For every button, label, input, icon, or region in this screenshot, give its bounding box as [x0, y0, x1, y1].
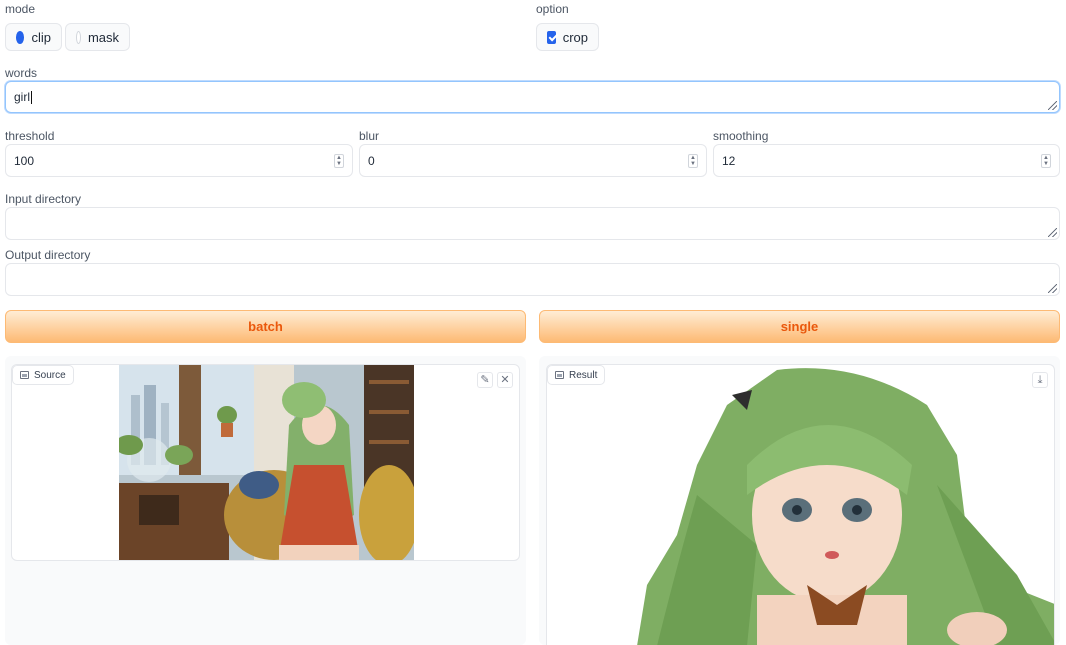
result-panel: Result ⤓: [539, 356, 1060, 645]
option-label: option: [536, 2, 569, 16]
radio-unchecked-icon: [76, 30, 81, 44]
radio-mask[interactable]: mask: [65, 23, 130, 51]
blur-input[interactable]: 0 ▲ ▼: [359, 144, 707, 177]
single-button[interactable]: single: [539, 310, 1060, 343]
threshold-label: threshold: [5, 129, 55, 143]
radio-clip[interactable]: clip: [5, 23, 62, 51]
smoothing-label: smoothing: [713, 129, 769, 143]
spinner-icon[interactable]: ▲ ▼: [334, 154, 344, 168]
mode-label: mode: [5, 2, 36, 16]
source-label: Source: [12, 365, 74, 385]
input-directory-label: Input directory: [5, 192, 82, 206]
radio-mask-label: mask: [87, 29, 119, 45]
close-icon[interactable]: ✕: [497, 372, 513, 388]
source-panel: Source ✎ ✕: [5, 356, 526, 645]
input-directory-field[interactable]: [5, 207, 1060, 240]
radio-clip-label: clip: [31, 29, 51, 45]
source-image: [119, 365, 414, 560]
words-label: words: [5, 66, 38, 80]
batch-button[interactable]: batch: [5, 310, 526, 343]
output-directory-label: Output directory: [5, 248, 91, 262]
image-icon: [20, 371, 29, 379]
resize-handle-icon[interactable]: [1048, 228, 1057, 237]
output-directory-field[interactable]: [5, 263, 1060, 296]
spinner-icon[interactable]: ▲ ▼: [1041, 154, 1051, 168]
smoothing-value: 12: [722, 153, 736, 168]
resize-handle-icon[interactable]: [1048, 101, 1057, 110]
text-caret: [31, 90, 33, 104]
pencil-icon[interactable]: ✎: [477, 372, 493, 388]
image-icon: [555, 371, 564, 379]
crop-checkbox-label: crop: [562, 29, 588, 45]
result-image: [637, 368, 1054, 645]
crop-checkbox[interactable]: crop: [536, 23, 599, 51]
result-image-box[interactable]: Result ⤓: [546, 364, 1055, 645]
threshold-input[interactable]: 100 ▲ ▼: [5, 144, 353, 177]
download-icon[interactable]: ⤓: [1032, 372, 1048, 388]
words-input[interactable]: girl: [5, 81, 1060, 113]
spinner-icon[interactable]: ▲ ▼: [688, 154, 698, 168]
words-value: girl: [14, 90, 31, 104]
threshold-value: 100: [14, 153, 35, 168]
blur-label: blur: [359, 129, 380, 143]
resize-handle-icon[interactable]: [1048, 284, 1057, 293]
radio-checked-icon: [16, 30, 25, 44]
source-image-box[interactable]: Source ✎ ✕: [11, 364, 520, 561]
source-label-text: Source: [34, 369, 66, 381]
checkbox-checked-icon: [547, 30, 556, 44]
smoothing-input[interactable]: 12 ▲ ▼: [713, 144, 1060, 177]
blur-value: 0: [368, 153, 375, 168]
result-label-text: Result: [569, 369, 598, 381]
result-label: Result: [547, 365, 606, 385]
